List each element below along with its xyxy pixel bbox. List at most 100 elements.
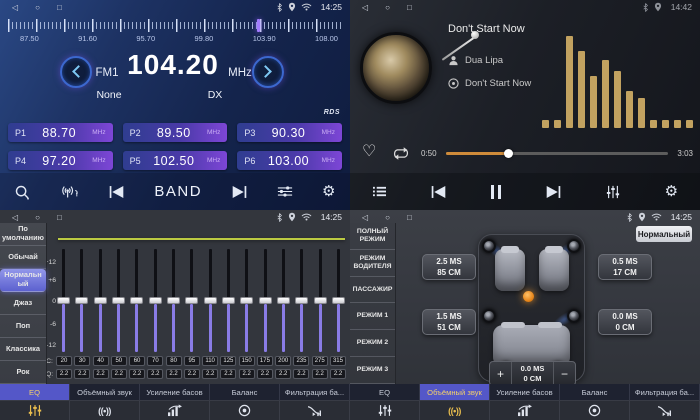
- tab-eq[interactable]: EQ: [0, 384, 70, 400]
- progress-thumb[interactable]: [504, 149, 513, 158]
- slider-handle[interactable]: [167, 297, 180, 304]
- band-frequency-value[interactable]: 275: [312, 356, 328, 366]
- eq-preset-item[interactable]: Обычай: [0, 246, 46, 269]
- delay-front-right-button[interactable]: 0.5 MS 17 CM: [598, 254, 652, 280]
- slider-handle[interactable]: [112, 297, 125, 304]
- bass-boost-icon[interactable]: [140, 401, 210, 420]
- band-q-value[interactable]: 2.2: [184, 369, 200, 379]
- eq-preset-item[interactable]: Классика: [0, 338, 46, 361]
- band-frequency-value[interactable]: 150: [239, 356, 255, 366]
- eq-preset-item[interactable]: Джаз: [0, 292, 46, 315]
- band-frequency-value[interactable]: 70: [147, 356, 163, 366]
- sound-mode-item[interactable]: ПОЛНЫЙ РЕЖИМ: [350, 223, 395, 250]
- settings-gear-icon[interactable]: ⚙: [322, 184, 335, 199]
- band-q-value[interactable]: 2.2: [111, 369, 127, 379]
- surround-icon[interactable]: ((•)): [420, 401, 490, 420]
- delay-front-left-button[interactable]: 2.5 MS 85 CM: [422, 254, 476, 280]
- tab-balance[interactable]: Баланс: [560, 384, 630, 400]
- band-frequency-value[interactable]: 95: [184, 356, 200, 366]
- home-icon[interactable]: ○: [385, 213, 390, 222]
- slider-handle[interactable]: [332, 297, 345, 304]
- eq-preset-item[interactable]: По умолчанию: [0, 223, 46, 246]
- band-frequency-value[interactable]: 315: [330, 356, 346, 366]
- previous-station-icon[interactable]: [108, 185, 125, 199]
- band-frequency-value[interactable]: 20: [56, 356, 72, 366]
- favorite-heart-icon[interactable]: ♡: [362, 141, 376, 161]
- band-frequency-value[interactable]: 30: [74, 356, 90, 366]
- slider-handle[interactable]: [222, 297, 235, 304]
- band-frequency-value[interactable]: 235: [293, 356, 309, 366]
- repeat-icon[interactable]: [392, 147, 410, 165]
- band-frequency-value[interactable]: 40: [93, 356, 109, 366]
- slider-handle[interactable]: [130, 297, 143, 304]
- preset-button-2[interactable]: P289.50MHz: [123, 123, 228, 142]
- balance-target-icon[interactable]: [560, 401, 630, 420]
- back-icon[interactable]: ◁: [12, 213, 18, 222]
- tune-up-button[interactable]: [252, 56, 284, 88]
- back-icon[interactable]: ◁: [362, 3, 368, 12]
- increase-delay-button[interactable]: +: [490, 362, 512, 385]
- tab-bass-filter[interactable]: Фильтрация ба...: [280, 384, 350, 400]
- next-track-icon[interactable]: [545, 185, 562, 199]
- band-q-value[interactable]: 2.2: [239, 369, 255, 379]
- next-station-icon[interactable]: [231, 185, 248, 199]
- band-q-value[interactable]: 2.2: [330, 369, 346, 379]
- preset-button-6[interactable]: P6103.00MHz: [237, 151, 342, 170]
- slider-handle[interactable]: [57, 297, 70, 304]
- band-frequency-value[interactable]: 110: [202, 356, 218, 366]
- recents-icon[interactable]: □: [407, 213, 412, 222]
- slider-handle[interactable]: [259, 297, 272, 304]
- band-frequency-value[interactable]: 125: [220, 356, 236, 366]
- band-q-value[interactable]: 2.2: [275, 369, 291, 379]
- back-icon[interactable]: ◁: [362, 213, 368, 222]
- band-q-value[interactable]: 2.2: [202, 369, 218, 379]
- mixer-icon[interactable]: [605, 185, 621, 199]
- delay-rear-left-button[interactable]: 1.5 MS 51 CM: [422, 309, 476, 335]
- home-icon[interactable]: ○: [385, 3, 390, 12]
- slider-handle[interactable]: [295, 297, 308, 304]
- band-q-value[interactable]: 2.2: [220, 369, 236, 379]
- band-frequency-value[interactable]: 175: [257, 356, 273, 366]
- slider-handle[interactable]: [149, 297, 162, 304]
- decrease-delay-button[interactable]: −: [553, 362, 575, 385]
- preset-button-4[interactable]: P497.20MHz: [8, 151, 113, 170]
- band-q-value[interactable]: 2.2: [257, 369, 273, 379]
- tab-surround[interactable]: Объёмный звук: [70, 384, 140, 400]
- surround-icon[interactable]: ((•)): [70, 401, 140, 420]
- delay-rear-right-button[interactable]: 0.0 MS 0 CM: [598, 309, 652, 335]
- recents-icon[interactable]: □: [407, 3, 412, 12]
- band-button[interactable]: BAND: [154, 183, 202, 200]
- sound-mode-item[interactable]: РЕЖИМ 1: [350, 303, 395, 330]
- search-icon[interactable]: [14, 184, 30, 200]
- tab-eq[interactable]: EQ: [350, 384, 420, 400]
- back-icon[interactable]: ◁: [12, 3, 18, 12]
- frequency-ruler[interactable]: [8, 19, 342, 32]
- tab-balance[interactable]: Баланс: [210, 384, 280, 400]
- progress-bar[interactable]: [446, 152, 668, 155]
- band-q-value[interactable]: 2.2: [312, 369, 328, 379]
- eq-preset-item[interactable]: Рок: [0, 361, 46, 384]
- band-q-value[interactable]: 2.2: [93, 369, 109, 379]
- recents-icon[interactable]: □: [57, 3, 62, 12]
- recents-icon[interactable]: □: [57, 213, 62, 222]
- band-q-value[interactable]: 2.2: [147, 369, 163, 379]
- preset-button-5[interactable]: P5102.50MHz: [123, 151, 228, 170]
- home-icon[interactable]: ○: [35, 3, 40, 12]
- home-icon[interactable]: ○: [35, 213, 40, 222]
- slider-handle[interactable]: [240, 297, 253, 304]
- pause-icon[interactable]: [491, 185, 501, 199]
- band-frequency-value[interactable]: 200: [275, 356, 291, 366]
- tune-down-button[interactable]: [60, 56, 92, 88]
- tab-bass-boost[interactable]: Усиление басов: [140, 384, 210, 400]
- eq-icon[interactable]: [350, 401, 420, 420]
- slider-handle[interactable]: [75, 297, 88, 304]
- eq-icon[interactable]: [0, 401, 70, 420]
- eq-preset-item[interactable]: Поп: [0, 315, 46, 338]
- balance-target-icon[interactable]: [210, 401, 280, 420]
- band-q-value[interactable]: 2.2: [293, 369, 309, 379]
- bass-boost-icon[interactable]: [490, 401, 560, 420]
- band-frequency-value[interactable]: 60: [129, 356, 145, 366]
- playlist-icon[interactable]: [372, 185, 387, 198]
- sound-mode-item[interactable]: РЕЖИМ 3: [350, 357, 395, 384]
- band-q-value[interactable]: 2.2: [56, 369, 72, 379]
